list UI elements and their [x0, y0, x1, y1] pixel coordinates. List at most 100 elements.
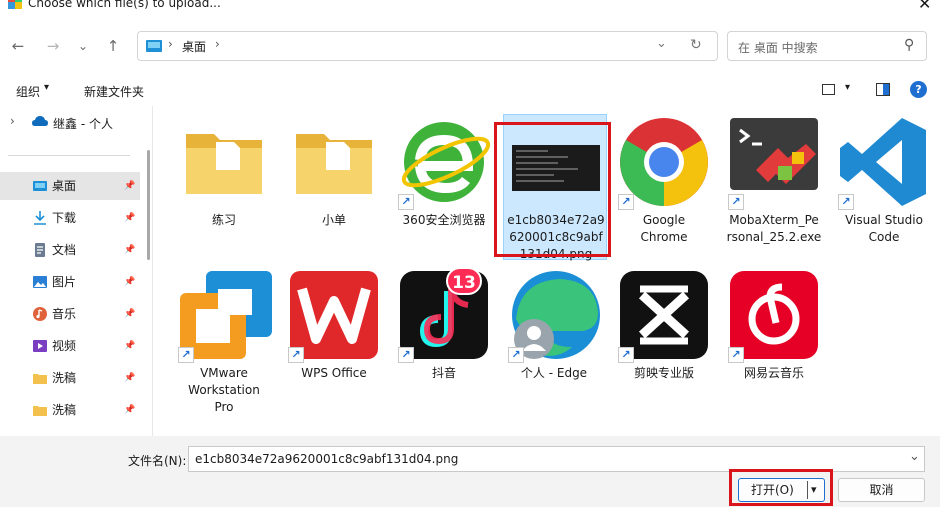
file-name: 练习	[211, 213, 236, 227]
sidebar-divider	[8, 155, 130, 156]
desktop-icon	[146, 40, 162, 52]
file-name-line: Workstation	[188, 383, 260, 397]
search-icon[interactable]: ⚲	[904, 37, 914, 53]
sidebar-item-label: 视频	[52, 339, 77, 353]
navigation-pane: › 继鑫 - 个人 桌面 📌 下载 📌 文档 📌 图片 📌 音乐 📌 视频 📌 …	[0, 106, 153, 436]
sidebar-item-label: 洗稿	[52, 371, 77, 385]
file-name: 360安全浏览器	[402, 213, 486, 227]
view-chevron-icon[interactable]: ▾	[845, 82, 850, 93]
window-title: Choose which file(s) to upload...	[28, 0, 221, 10]
file-name: WPS Office	[301, 366, 367, 380]
folder-icon	[296, 134, 372, 194]
pin-icon[interactable]: 📌	[124, 204, 135, 232]
red-highlight-box	[729, 469, 833, 506]
desktop-icon	[33, 181, 47, 191]
sidebar-item-label: 桌面	[52, 179, 77, 193]
document-icon	[35, 243, 45, 257]
file-name-line: Visual Studio	[845, 213, 923, 227]
file-name-line: VMware	[200, 366, 248, 380]
pin-icon[interactable]: 📌	[124, 300, 135, 328]
app-icon	[8, 0, 22, 9]
organize-menu[interactable]: 组织	[16, 83, 40, 100]
organize-chevron-icon[interactable]: ▾	[44, 82, 49, 93]
preview-pane-icon[interactable]	[876, 83, 890, 96]
notification-badge: 13	[446, 267, 482, 295]
toolbar: 组织 ▾ 新建文件夹 ▾ ?	[0, 77, 940, 103]
filename-label: 文件名(N):	[128, 454, 187, 468]
sidebar-item-pictures[interactable]: 图片 📌	[0, 268, 140, 296]
folder-icon	[33, 374, 47, 384]
file-name-line: Pro	[214, 400, 234, 414]
file-name-line: Code	[868, 230, 900, 244]
file-name: 个人 - Edge	[520, 366, 588, 380]
sidebar-item-documents[interactable]: 文档 📌	[0, 236, 140, 264]
pictures-icon	[33, 276, 47, 288]
forward-arrow-icon[interactable]: →	[43, 36, 63, 56]
shortcut-arrow-icon: ↗	[398, 347, 414, 363]
onedrive-cloud-icon	[32, 116, 48, 126]
up-arrow-icon[interactable]: ↑	[103, 36, 123, 56]
sidebar-item-label: 洗稿	[52, 403, 77, 417]
shortcut-arrow-icon: ↗	[618, 194, 634, 210]
shortcut-arrow-icon: ↗	[398, 194, 414, 210]
shortcut-arrow-icon: ↗	[838, 194, 854, 210]
back-arrow-icon[interactable]: ←	[8, 36, 28, 56]
folder-icon	[33, 406, 47, 416]
shortcut-arrow-icon: ↗	[618, 347, 634, 363]
pin-icon[interactable]: 📌	[124, 332, 135, 360]
search-box[interactable]: 在 桌面 中搜索 ⚲	[727, 31, 927, 61]
filename-value[interactable]: e1cb8034e72a9620001c8c9abf131d04.png	[195, 452, 458, 466]
recent-locations-chevron-icon[interactable]: ⌄	[73, 36, 93, 56]
close-icon[interactable]: ✕	[918, 0, 931, 13]
cancel-button-label: 取消	[869, 483, 894, 497]
sidebar-item-downloads[interactable]: 下载 📌	[0, 204, 140, 232]
pin-icon[interactable]: 📌	[124, 236, 135, 264]
file-name: 小单	[321, 213, 346, 227]
pin-icon[interactable]: 📌	[124, 396, 135, 424]
pin-icon[interactable]: 📌	[124, 172, 135, 200]
cancel-button[interactable]: 取消	[838, 478, 925, 502]
address-bar[interactable]: › 桌面 › ⌄ ↻	[137, 31, 718, 61]
file-name: 抖音	[431, 366, 456, 380]
view-layout-icon[interactable]	[822, 84, 835, 95]
download-icon	[34, 211, 46, 225]
sidebar-item-folder[interactable]: 洗稿 📌	[0, 396, 140, 424]
file-name-line: MobaXterm_Pe	[729, 213, 819, 227]
file-name-line: Chrome	[640, 230, 688, 244]
sidebar-scrollbar[interactable]	[147, 150, 150, 260]
sidebar-item-folder[interactable]: 洗稿 📌	[0, 364, 140, 392]
file-name-line: rsonal_25.2.exe	[726, 230, 822, 244]
shortcut-arrow-icon: ↗	[728, 347, 744, 363]
breadcrumb-separator[interactable]: ›	[215, 37, 220, 51]
shortcut-arrow-icon: ↗	[288, 347, 304, 363]
sidebar-item-onedrive[interactable]: 继鑫 - 个人	[53, 115, 113, 132]
file-name: 剪映专业版	[633, 366, 694, 380]
file-name-line: Google	[642, 213, 686, 227]
sidebar-item-label: 音乐	[52, 307, 77, 321]
sidebar-item-label: 下载	[52, 211, 77, 225]
pin-icon[interactable]: 📌	[124, 268, 135, 296]
shortcut-arrow-icon: ↗	[728, 194, 744, 210]
music-icon	[33, 307, 47, 321]
pin-icon[interactable]: 📌	[124, 364, 135, 392]
title-bar: Choose which file(s) to upload... ✕	[0, 0, 940, 16]
sidebar-item-music[interactable]: 音乐 📌	[0, 300, 140, 328]
breadcrumb-location[interactable]: 桌面	[182, 38, 206, 55]
sidebar-item-label: 图片	[52, 275, 77, 289]
help-icon[interactable]: ?	[910, 81, 927, 98]
shortcut-arrow-icon: ↗	[178, 347, 194, 363]
red-highlight-box	[494, 122, 611, 257]
new-folder-button[interactable]: 新建文件夹	[84, 83, 144, 100]
refresh-icon[interactable]: ↻	[690, 37, 702, 53]
shortcut-arrow-icon: ↗	[508, 347, 524, 363]
file-name: 网易云音乐	[743, 366, 804, 380]
video-icon	[33, 340, 47, 352]
sidebar-item-videos[interactable]: 视频 📌	[0, 332, 140, 360]
expand-chevron-icon[interactable]: ›	[10, 114, 15, 128]
breadcrumb-separator: ›	[168, 37, 173, 51]
address-dropdown-icon[interactable]: ⌄	[656, 36, 667, 51]
sidebar-item-label: 文档	[52, 243, 77, 257]
search-placeholder: 在 桌面 中搜索	[738, 41, 818, 55]
sidebar-item-desktop[interactable]: 桌面 📌	[0, 172, 140, 200]
filename-dropdown-icon[interactable]: ⌄	[909, 449, 920, 464]
